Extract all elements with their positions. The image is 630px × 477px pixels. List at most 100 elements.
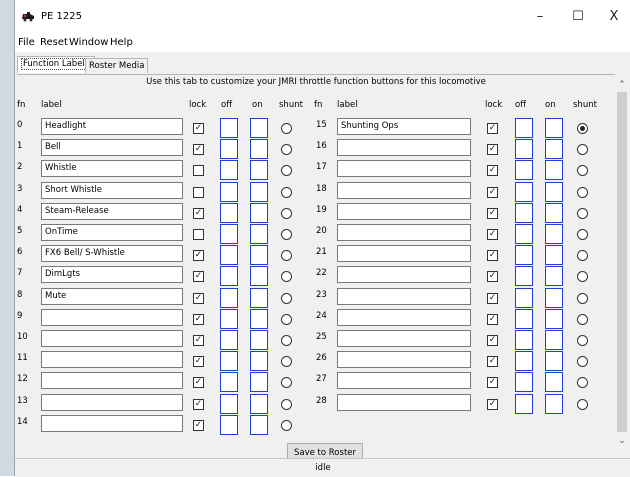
on-icon-button[interactable] <box>250 224 268 244</box>
on-icon-button[interactable] <box>250 181 268 202</box>
on-icon-button[interactable] <box>250 202 268 223</box>
menu-window[interactable]: Window <box>69 37 108 48</box>
function-label-input[interactable] <box>337 202 471 220</box>
on-icon-button[interactable] <box>250 118 268 138</box>
function-label-input[interactable] <box>337 139 471 157</box>
off-icon-button[interactable] <box>220 266 238 287</box>
off-icon-button[interactable] <box>220 287 238 308</box>
off-icon-button[interactable] <box>515 181 533 202</box>
function-label-input[interactable] <box>337 266 471 284</box>
lock-checkbox[interactable] <box>193 229 204 240</box>
function-label-input[interactable]: Shunting Ops <box>337 118 471 135</box>
on-icon-button[interactable] <box>545 351 563 372</box>
shunt-radio[interactable] <box>577 292 588 304</box>
function-label-input[interactable] <box>41 330 183 347</box>
on-icon-button[interactable] <box>250 160 268 181</box>
lock-checkbox[interactable]: ✓ <box>487 144 498 156</box>
shunt-radio[interactable] <box>577 186 588 198</box>
function-label-input[interactable] <box>337 160 471 178</box>
function-label-input[interactable] <box>337 308 471 326</box>
off-icon-button[interactable] <box>220 160 238 181</box>
function-label-input[interactable]: Whistle <box>41 160 183 178</box>
on-icon-button[interactable] <box>250 330 268 350</box>
off-icon-button[interactable] <box>515 202 533 223</box>
maximize-button[interactable]: ☐ <box>563 6 593 28</box>
lock-checkbox[interactable]: ✓ <box>193 271 204 283</box>
function-label-input[interactable] <box>337 330 471 347</box>
lock-checkbox[interactable]: ✓ <box>487 292 498 304</box>
on-icon-button[interactable] <box>545 181 563 202</box>
off-icon-button[interactable] <box>220 308 238 329</box>
off-icon-button[interactable] <box>515 287 533 308</box>
lock-checkbox[interactable]: ✓ <box>487 398 498 410</box>
function-label-input[interactable]: DimLgts <box>41 266 183 284</box>
off-icon-button[interactable] <box>515 224 533 244</box>
off-icon-button[interactable] <box>515 308 533 329</box>
shunt-radio[interactable] <box>281 377 292 389</box>
shunt-radio[interactable] <box>577 313 588 325</box>
function-label-input[interactable]: OnTime <box>41 224 183 241</box>
shunt-radio[interactable] <box>577 377 588 389</box>
lock-checkbox[interactable]: ✓ <box>487 229 498 240</box>
scroll-up-icon[interactable]: ⌃ <box>615 80 629 90</box>
on-icon-button[interactable] <box>545 330 563 350</box>
off-icon-button[interactable] <box>515 245 533 266</box>
lock-checkbox[interactable]: ✓ <box>193 207 204 219</box>
minimize-button[interactable]: – <box>525 6 555 28</box>
function-label-input[interactable] <box>337 245 471 263</box>
off-icon-button[interactable] <box>220 330 238 350</box>
on-icon-button[interactable] <box>250 414 268 435</box>
off-icon-button[interactable] <box>220 118 238 138</box>
shunt-radio[interactable] <box>281 186 292 198</box>
function-label-input[interactable] <box>337 224 471 241</box>
shunt-radio[interactable] <box>281 165 292 177</box>
off-icon-button[interactable] <box>515 372 533 393</box>
shunt-radio[interactable] <box>577 250 588 262</box>
off-icon-button[interactable] <box>515 139 533 160</box>
lock-checkbox[interactable]: ✓ <box>193 419 204 431</box>
lock-checkbox[interactable]: ✓ <box>193 250 204 262</box>
tab-function-labels[interactable]: Function Labels <box>17 56 96 73</box>
function-label-input[interactable]: FX6 Bell/ S-Whistle <box>41 245 183 263</box>
shunt-radio[interactable] <box>577 144 588 156</box>
shunt-radio[interactable] <box>281 271 292 283</box>
off-icon-button[interactable] <box>220 245 238 266</box>
lock-checkbox[interactable]: ✓ <box>487 123 498 134</box>
shunt-radio[interactable] <box>281 398 292 410</box>
off-icon-button[interactable] <box>220 202 238 223</box>
shunt-radio[interactable] <box>281 207 292 219</box>
scrollbar-thumb[interactable] <box>617 92 627 432</box>
off-icon-button[interactable] <box>220 224 238 244</box>
lock-checkbox[interactable]: ✓ <box>193 335 204 346</box>
function-label-input[interactable] <box>337 393 471 411</box>
on-icon-button[interactable] <box>250 372 268 393</box>
lock-checkbox[interactable]: ✓ <box>487 356 498 368</box>
shunt-radio[interactable] <box>281 292 292 304</box>
lock-checkbox[interactable]: ✓ <box>487 271 498 283</box>
off-icon-button[interactable] <box>515 118 533 138</box>
on-icon-button[interactable] <box>545 393 563 414</box>
shunt-radio[interactable] <box>281 229 292 240</box>
on-icon-button[interactable] <box>545 372 563 393</box>
lock-checkbox[interactable]: ✓ <box>487 377 498 389</box>
shunt-radio[interactable] <box>577 356 588 368</box>
lock-checkbox[interactable]: ✓ <box>487 250 498 262</box>
menu-help[interactable]: Help <box>110 37 133 48</box>
function-label-input[interactable]: Headlight <box>41 118 183 135</box>
lock-checkbox[interactable]: ✓ <box>487 207 498 219</box>
shunt-radio[interactable] <box>577 165 588 177</box>
shunt-radio[interactable] <box>577 229 588 240</box>
shunt-radio[interactable] <box>577 335 588 346</box>
function-label-input[interactable] <box>337 181 471 199</box>
on-icon-button[interactable] <box>250 308 268 329</box>
menu-file[interactable]: File <box>18 37 35 48</box>
lock-checkbox[interactable]: ✓ <box>487 335 498 346</box>
on-icon-button[interactable] <box>250 351 268 372</box>
shunt-radio[interactable] <box>281 250 292 262</box>
on-icon-button[interactable] <box>545 118 563 138</box>
on-icon-button[interactable] <box>545 224 563 244</box>
vertical-scrollbar[interactable]: ⌃ ⌄ <box>615 74 629 450</box>
lock-checkbox[interactable]: ✓ <box>193 313 204 325</box>
function-label-input[interactable] <box>41 393 183 411</box>
shunt-radio[interactable] <box>281 123 292 134</box>
